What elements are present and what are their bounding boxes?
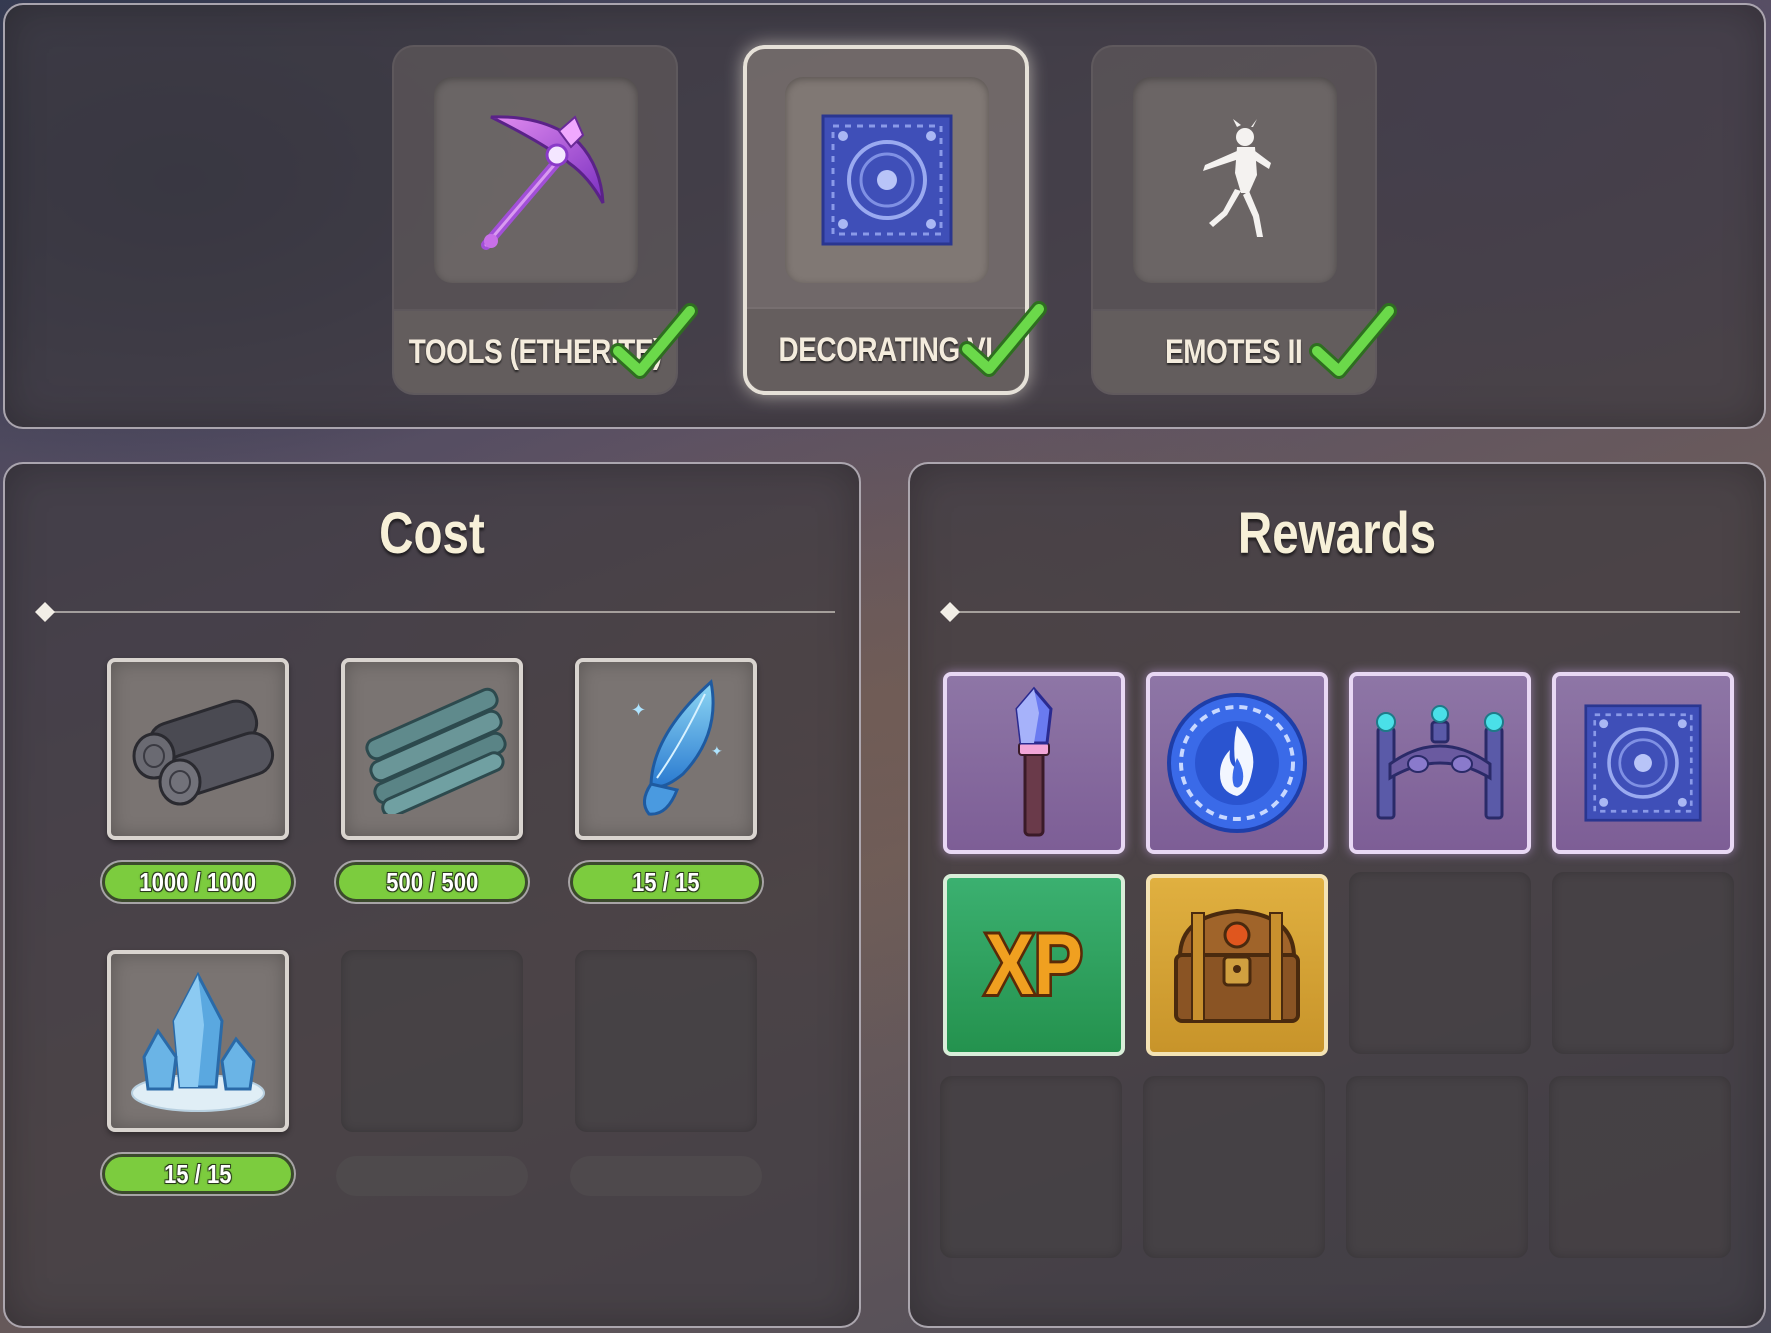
blue-rug-icon [1584,704,1702,822]
cost-amount-pill-empty [336,1156,528,1196]
tab-decorating-vi[interactable]: DECORATING VI [743,45,1047,395]
cost-amount: 1000 / 1000 [139,866,257,897]
xp-icon: XP [982,914,1085,1015]
dancing-figure-icon [1203,119,1271,237]
tab-label-bar: TOOLS (ETHERITE) [394,303,698,393]
reward-slot-xp[interactable]: XP [943,874,1125,1056]
cost-amount: 500 / 500 [385,866,479,897]
ice-crystal-icon [131,971,265,1112]
svg-text:✦: ✦ [631,700,646,721]
cost-amount-pill: 15 / 15 [570,862,762,902]
recipe-category-panel: TOOLS (ETHERITE) DECORATING VI EMOTES II [3,3,1766,429]
checkmark-icon [959,301,1047,377]
reward-slot-medallion[interactable] [1146,672,1328,854]
reward-slot-rug[interactable] [1552,672,1734,854]
cost-slot-crystal[interactable] [107,950,289,1132]
crystal-fence-icon [1376,705,1504,820]
tab-icon-box [1133,77,1337,283]
cost-amount-pill: 500 / 500 [336,862,528,902]
cost-amount-pill: 1000 / 1000 [102,862,294,902]
reward-slot-empty [1549,1076,1731,1258]
cost-amount: 15 / 15 [632,866,700,897]
tab-label-bar: DECORATING VI [747,301,1047,391]
cost-amount-pill-empty [570,1156,762,1196]
cost-amount-pill: 15 / 15 [102,1154,294,1194]
checkmark-icon [1309,303,1397,379]
reward-slot-empty [1346,1076,1528,1258]
reward-slot-fence[interactable] [1349,672,1531,854]
pickaxe-icon [481,115,605,250]
cost-slot-logs[interactable] [107,658,289,840]
tab-emotes-ii[interactable]: EMOTES II [1091,45,1397,395]
crystal-torch-icon [1015,686,1053,837]
reward-slot-chest[interactable] [1146,874,1328,1056]
xp-text: XP [985,916,1083,1012]
cost-slot-empty [575,950,757,1132]
rewards-title: Rewards [1237,501,1437,566]
reward-slot-empty [1349,872,1531,1054]
fire-medallion-icon [1167,693,1307,833]
svg-text:✦: ✦ [711,744,723,760]
title-divider [940,602,1740,622]
reward-slot-empty [1143,1076,1325,1258]
teal-planks-icon [365,687,507,814]
checkmark-icon [610,303,698,379]
blue-rug-icon [821,114,953,246]
title-divider [35,602,835,622]
tab-tools-etherite[interactable]: TOOLS (ETHERITE) [392,45,698,395]
tab-icon-box [785,77,989,283]
treasure-chest-icon [1174,908,1300,1023]
cost-amount: 15 / 15 [164,1158,232,1189]
rewards-panel: Rewards XP [908,462,1766,1328]
reward-slot-empty [1552,872,1734,1054]
fairy-wing-icon: ✦ ✦ [631,679,723,816]
tab-label-bar: EMOTES II [1093,303,1397,393]
cost-slot-wing[interactable]: ✦ ✦ [575,658,757,840]
cost-title: Cost [379,501,485,566]
tab-icon-box [434,77,638,283]
cost-slot-planks[interactable] [341,658,523,840]
cost-panel: Cost ✦ ✦ 1000 / 1000 500 / 500 15 / 15 1… [3,462,861,1328]
reward-slot-empty [940,1076,1122,1258]
reward-slot-torch[interactable] [943,672,1125,854]
tab-label: EMOTES II [1165,332,1303,371]
dark-logs-icon [132,699,275,806]
cost-slot-empty [341,950,523,1132]
